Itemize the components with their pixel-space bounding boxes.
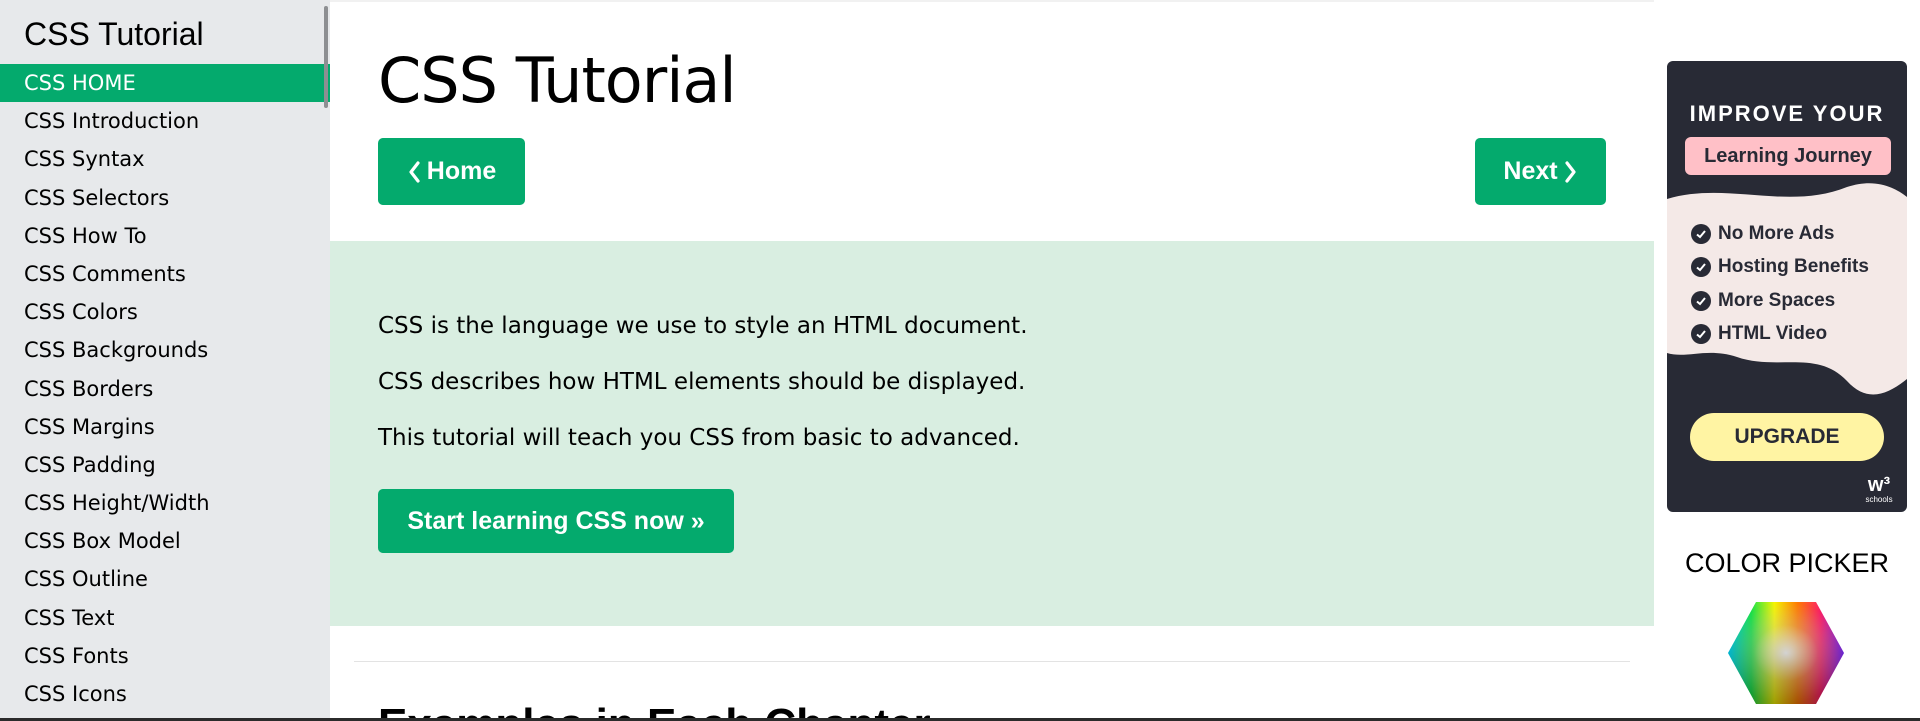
w3schools-logo: w³ schools (1861, 475, 1897, 504)
upgrade-button[interactable]: UPGRADE (1690, 413, 1884, 461)
sidebar-item-css-text[interactable]: CSS Text (0, 599, 330, 637)
ad-feature-label: HTML Video (1718, 323, 1828, 345)
sidebar-item-css-colors[interactable]: CSS Colors (0, 293, 330, 331)
sidebar-item-css-padding[interactable]: CSS Padding (0, 446, 330, 484)
sidebar-item-css-comments[interactable]: CSS Comments (0, 255, 330, 293)
upgrade-ad[interactable]: IMPROVE YOUR Learning Journey No More Ad… (1667, 61, 1907, 512)
sidebar: CSS Tutorial CSS HOME CSS Introduction C… (0, 0, 330, 721)
right-column: IMPROVE YOUR Learning Journey No More Ad… (1654, 0, 1920, 721)
ad-feature: More Spaces (1691, 284, 1869, 318)
chevron-left-icon (409, 160, 420, 183)
ad-feature: No More Ads (1691, 217, 1869, 251)
sidebar-item-css-backgrounds[interactable]: CSS Backgrounds (0, 331, 330, 369)
sidebar-item-css-icons[interactable]: CSS Icons (0, 675, 330, 713)
intro-line: CSS is the language we use to style an H… (378, 313, 1028, 339)
start-learning-button[interactable]: Start learning CSS now » (378, 489, 734, 553)
intro-panel: CSS is the language we use to style an H… (330, 241, 1654, 626)
sidebar-item-css-borders[interactable]: CSS Borders (0, 370, 330, 408)
sidebar-item-css-margins[interactable]: CSS Margins (0, 408, 330, 446)
sidebar-item-css-height-width[interactable]: CSS Height/Width (0, 484, 330, 522)
sidebar-scrollbar[interactable] (324, 6, 328, 108)
page: CSS Tutorial CSS HOME CSS Introduction C… (0, 0, 1920, 721)
sidebar-item-css-syntax[interactable]: CSS Syntax (0, 140, 330, 178)
ad-feature: HTML Video (1691, 318, 1869, 352)
w3schools-logo-text: schools (1865, 495, 1893, 504)
chevron-right-icon (1564, 160, 1576, 183)
ad-headline: IMPROVE YOUR (1689, 101, 1885, 126)
color-picker-title: COLOR PICKER (1684, 548, 1890, 578)
check-circle-icon (1691, 223, 1711, 244)
w3schools-logo-mark: w³ (1867, 474, 1891, 496)
page-title: CSS Tutorial (378, 44, 737, 117)
section-divider (354, 661, 1630, 662)
top-divider (330, 0, 1654, 2)
sidebar-item-css-fonts[interactable]: CSS Fonts (0, 637, 330, 675)
next-button-label: Next (1503, 157, 1558, 185)
home-button-label: Home (426, 157, 497, 185)
ad-feature: Hosting Benefits (1691, 251, 1869, 285)
intro-line: This tutorial will teach you CSS from ba… (378, 425, 1020, 451)
next-button[interactable]: Next (1475, 138, 1606, 205)
sidebar-item-css-how-to[interactable]: CSS How To (0, 217, 330, 255)
sidebar-list: CSS HOME CSS Introduction CSS Syntax CSS… (0, 64, 330, 713)
sidebar-item-css-home[interactable]: CSS HOME (0, 64, 330, 103)
color-picker-hexagon-icon[interactable] (1726, 600, 1846, 706)
ad-feature-label: Hosting Benefits (1718, 256, 1869, 278)
ad-features: No More Ads Hosting Benefits More Spaces (1691, 217, 1869, 351)
check-circle-icon (1691, 324, 1711, 345)
home-button[interactable]: Home (378, 138, 525, 205)
ad-pill: Learning Journey (1685, 137, 1891, 175)
main-content: CSS Tutorial Home Next CSS is the langua… (330, 0, 1654, 721)
check-circle-icon (1691, 257, 1711, 278)
sidebar-item-css-outline[interactable]: CSS Outline (0, 560, 330, 598)
ad-feature-label: No More Ads (1718, 222, 1835, 244)
sidebar-title: CSS Tutorial (24, 16, 204, 52)
check-circle-icon (1691, 290, 1711, 311)
ad-feature-label: More Spaces (1718, 289, 1836, 311)
sidebar-item-css-introduction[interactable]: CSS Introduction (0, 102, 330, 140)
intro-line: CSS describes how HTML elements should b… (378, 369, 1026, 395)
sidebar-item-css-selectors[interactable]: CSS Selectors (0, 179, 330, 217)
sidebar-item-css-box-model[interactable]: CSS Box Model (0, 522, 330, 560)
